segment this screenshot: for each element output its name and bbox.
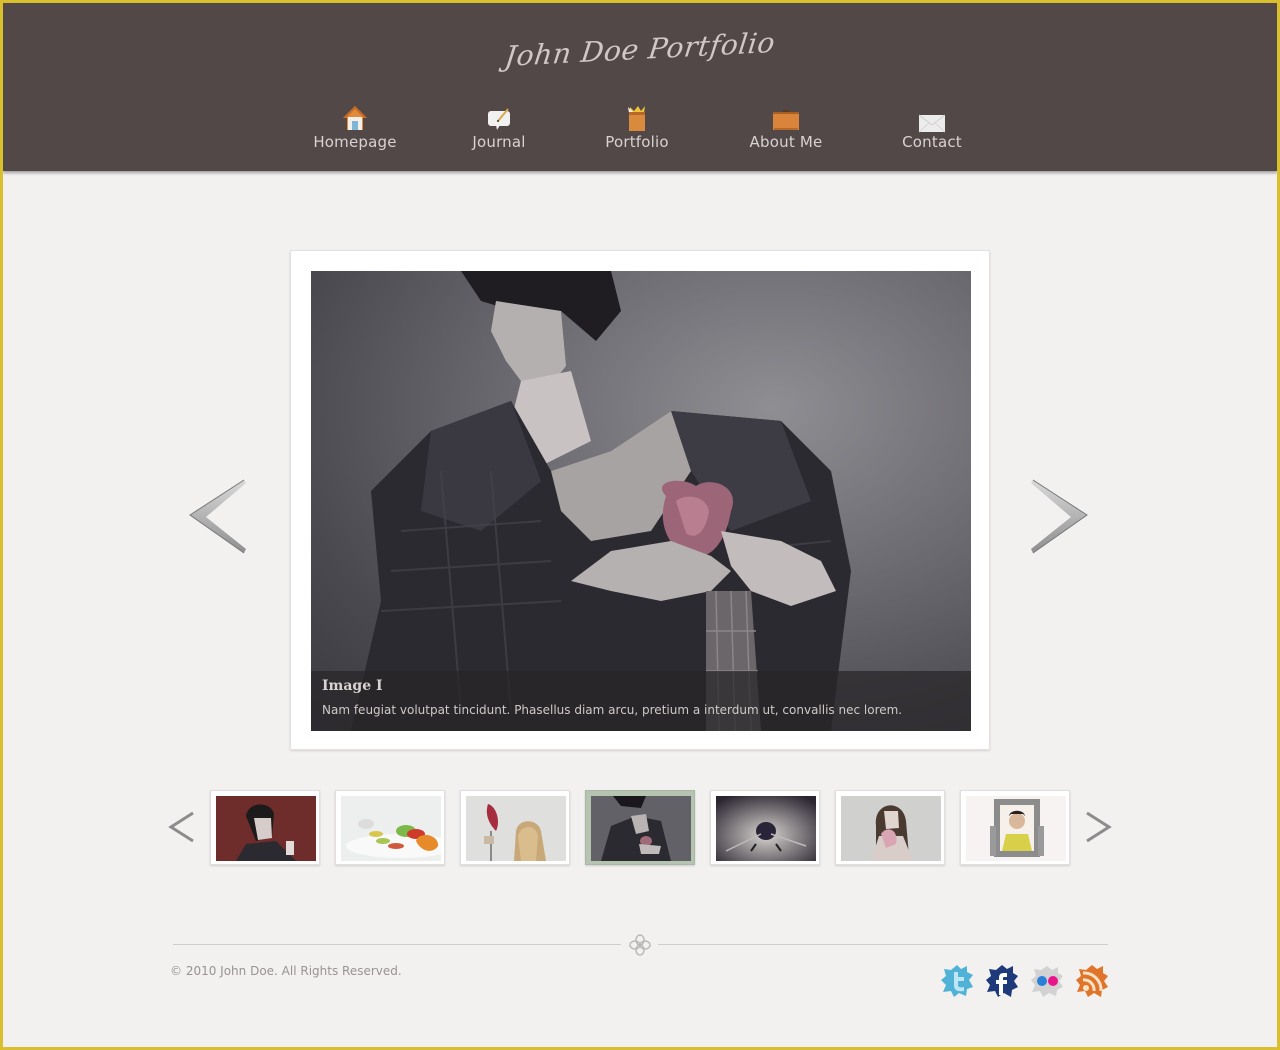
slide-caption: Image I Nam feugiat volutpat tincidunt. … [311,671,971,731]
thumbnail-1[interactable] [210,790,320,865]
thumbnail-2[interactable] [335,790,445,865]
nav-label: Contact [902,133,962,151]
caption-title: Image I [322,678,383,694]
thumbnail-image [216,796,316,861]
thumbnail-3[interactable] [460,790,570,865]
thumbnail-image [716,796,816,861]
photo-man-holding-heart [351,271,851,731]
thumbnail-4-active[interactable] [585,790,695,865]
thumbs-prev-button[interactable] [167,807,197,847]
main-nav: Homepage Journal Portfolio About Me Cont… [3,103,1277,163]
folder-icon [771,103,801,133]
box-icon [622,103,652,133]
nav-item-portfolio[interactable]: Portfolio [577,103,697,151]
flickr-link[interactable] [1029,963,1065,999]
nav-item-about-me[interactable]: About Me [726,103,846,151]
chevron-right-icon [1031,479,1088,554]
house-icon [340,103,370,133]
facebook-link[interactable] [984,963,1020,999]
slide-frame: Image I Nam feugiat volutpat tincidunt. … [290,250,990,750]
slider-next-button[interactable] [1031,475,1091,555]
thumbnail-7[interactable] [960,790,1070,865]
thumbnail-6[interactable] [835,790,945,865]
flickr-icon [1031,966,1063,997]
slider-prev-button[interactable] [186,475,246,555]
copyright-text: © 2010 John Doe. All Rights Reserved. [170,964,402,978]
rss-icon [1076,965,1108,997]
facebook-icon [986,965,1018,997]
nav-label: About Me [749,133,823,151]
slide-image[interactable]: Image I Nam feugiat volutpat tincidunt. … [311,271,971,731]
thumbs-next-button[interactable] [1083,807,1113,847]
thumbnail-5[interactable] [710,790,820,865]
twitter-icon [941,965,973,997]
site-logo[interactable]: John Doe Portfolio [3,3,1277,99]
nav-item-homepage[interactable]: Homepage [295,103,415,151]
thumbnail-image [341,796,441,861]
site-header: John Doe Portfolio Homepage Journal Port… [3,3,1277,171]
nav-label: Journal [472,133,526,151]
thumbnail-image [966,796,1066,861]
thumbnail-image [466,796,566,861]
nav-item-journal[interactable]: Journal [439,103,559,151]
thumbnail-image [591,796,691,861]
page: John Doe Portfolio Homepage Journal Port… [3,3,1277,1047]
nav-label: Portfolio [605,133,669,151]
envelope-icon [917,103,947,133]
twitter-link[interactable] [939,963,975,999]
footer-divider-right [658,944,1108,945]
speech-bubble-pen-icon [484,103,514,133]
footer-divider-left [173,944,621,945]
chevron-left-icon [189,479,246,554]
thumbnail-image [841,796,941,861]
chevron-right-icon [1086,811,1112,843]
caption-text: Nam feugiat volutpat tincidunt. Phasellu… [322,703,903,717]
rss-link[interactable] [1074,963,1110,999]
nav-label: Homepage [313,133,397,151]
flourish-ornament-icon [628,933,652,957]
chevron-left-icon [168,811,194,843]
nav-item-contact[interactable]: Contact [872,103,992,151]
